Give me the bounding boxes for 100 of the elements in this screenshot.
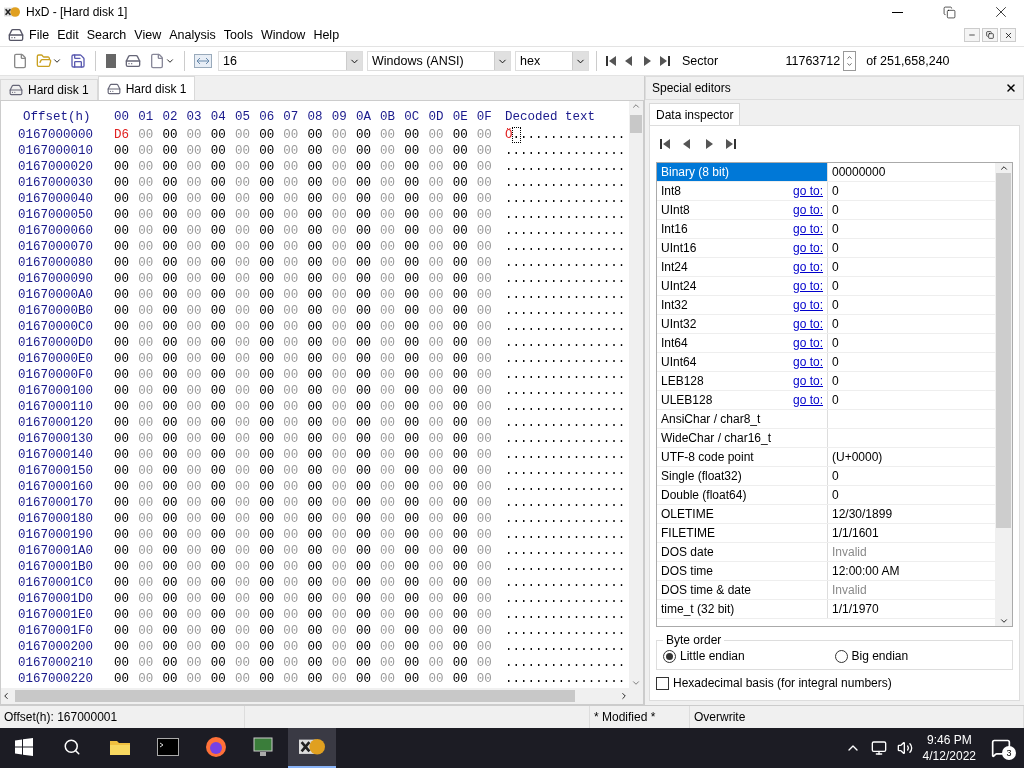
menu-item[interactable]: Analysis [166, 25, 219, 45]
panel-tab[interactable]: Data inspector [649, 103, 741, 125]
go-to-link[interactable]: go to: [792, 241, 823, 255]
go-to-link[interactable]: go to: [792, 260, 823, 274]
byte-cell-text: 00 [380, 592, 397, 606]
scroll-left-icon[interactable] [1, 691, 11, 701]
byte-cell-text: 00 [210, 384, 227, 398]
scroll-thumb[interactable] [15, 690, 575, 702]
byte-cell-text: 00 [138, 560, 155, 574]
byte-cell-text: 00 [259, 640, 276, 654]
column-header: 03 [186, 110, 203, 124]
endian-radio[interactable]: Big endian [834, 649, 1006, 663]
document-tab[interactable]: Hard disk 1 [0, 79, 98, 100]
menu-item[interactable]: Edit [54, 25, 82, 45]
byte-cell-text: 00 [355, 384, 372, 398]
endian-radio[interactable]: Little endian [663, 649, 835, 663]
scroll-thumb[interactable] [630, 115, 642, 133]
go-to-link[interactable]: go to: [792, 222, 823, 236]
scroll-thumb[interactable] [996, 173, 1011, 528]
bytes-per-row-select[interactable]: 16 [218, 51, 363, 71]
byte-cell-text: 00 [355, 416, 372, 430]
last-icon[interactable] [658, 54, 672, 68]
vertical-scrollbar[interactable] [995, 163, 1012, 626]
byte-cell-text: 00 [114, 560, 130, 574]
go-to-link[interactable]: go to: [792, 184, 823, 198]
byte-cell-text: 00 [259, 528, 276, 542]
byte-cell-text: 00 [186, 208, 203, 222]
menu-item[interactable]: Tools [220, 25, 256, 45]
menu-item[interactable]: Search [83, 25, 130, 45]
byte-cell-text: 00 [234, 272, 251, 286]
hex-basis-checkbox[interactable]: Hexadecimal basis (for integral numbers) [656, 676, 1013, 690]
offset-cell-text: 01670001F0 [17, 624, 94, 638]
go-to-link[interactable]: go to: [792, 317, 823, 331]
go-to-link[interactable]: go to: [792, 393, 823, 407]
menu-item[interactable]: File [26, 25, 53, 45]
byte-cell-text: 00 [404, 512, 421, 526]
go-to-link[interactable]: go to: [792, 355, 823, 369]
byte-cell-text: 00 [234, 176, 251, 190]
byte-cell-text: 00 [234, 336, 251, 350]
decoded-text: ................ [505, 544, 626, 558]
offset-cell-text: 0167000060 [17, 224, 94, 238]
byte-cell-text: 00 [114, 240, 130, 254]
byte-cell-text: 00 [331, 400, 348, 414]
offset-cell-text: 0167000110 [17, 400, 94, 414]
go-to-link[interactable]: go to: [792, 374, 823, 388]
byte-cell-text: 00 [234, 288, 251, 302]
vertical-scrollbar[interactable] [629, 101, 643, 688]
inspector-row-name[interactable]: Binary (8 bit) [657, 163, 828, 181]
byte-cell-text: 00 [380, 176, 397, 190]
scroll-right-icon[interactable] [619, 691, 629, 701]
byte-cell-text: 00 [114, 464, 130, 478]
first-icon[interactable] [604, 54, 618, 68]
byte-cell-text: 00 [307, 496, 324, 510]
go-to-link[interactable]: go to: [792, 336, 823, 350]
sector-field[interactable]: 11763712 [728, 51, 857, 71]
close-icon[interactable] [1005, 82, 1017, 94]
byte-cell-text: 00 [186, 352, 203, 366]
byte-cell-text: 00 [355, 560, 372, 574]
byte-cell-text: 00 [162, 256, 179, 270]
byte-cell-text: 00 [380, 400, 397, 414]
byte-cell-text: 00 [210, 480, 227, 494]
byte-cell-text: 00 [234, 352, 251, 366]
network-icon[interactable] [870, 740, 887, 756]
menu-item[interactable]: View [131, 25, 165, 45]
byte-cell-text: 00 [283, 336, 300, 350]
byte-cell-text: 00 [331, 640, 348, 654]
byte-cell-text: 00 [210, 464, 227, 478]
byte-cell-text: 00 [186, 464, 203, 478]
volume-icon[interactable] [896, 740, 913, 756]
notifications-button[interactable]: 3 [986, 736, 1016, 760]
scroll-down-icon[interactable] [998, 616, 1009, 626]
charset-select[interactable]: Windows (ANSI) [367, 51, 511, 71]
restore-button[interactable] [982, 28, 998, 42]
byte-cell-text: 00 [210, 320, 227, 334]
go-to-link[interactable]: go to: [792, 279, 823, 293]
close-button[interactable] [1000, 28, 1016, 42]
menu-item[interactable]: Window [257, 25, 309, 45]
menu-item[interactable]: Help [310, 25, 343, 45]
byte-cell-text: 00 [259, 448, 276, 462]
last-icon[interactable] [724, 137, 738, 151]
document-tab[interactable]: Hard disk 1 [97, 76, 196, 100]
decoded-text: ................ [505, 256, 626, 270]
decoded-text: ................ [505, 368, 626, 382]
column-header: 0D [428, 110, 445, 124]
go-to-link[interactable]: go to: [792, 298, 823, 312]
byte-cell-text: 00 [114, 496, 130, 510]
horizontal-scrollbar[interactable] [1, 688, 643, 704]
clock[interactable]: 9:46 PM 4/12/2022 [922, 732, 976, 764]
byte-cell-text: 00 [283, 464, 300, 478]
byte-cell-text: 00 [162, 544, 179, 558]
offset-base-select[interactable]: hex [515, 51, 589, 71]
byte-cell-text: 00 [259, 352, 276, 366]
taskbar-app[interactable] [288, 728, 336, 768]
go-to-link[interactable]: go to: [792, 203, 823, 217]
byte-cell-text: 00 [452, 576, 469, 590]
byte-cell-text: 00 [283, 224, 300, 238]
first-icon[interactable] [658, 137, 672, 151]
byte-cell-text: 00 [355, 176, 372, 190]
scroll-up-icon[interactable] [998, 163, 1009, 173]
inspector-value: 0 [831, 488, 840, 502]
